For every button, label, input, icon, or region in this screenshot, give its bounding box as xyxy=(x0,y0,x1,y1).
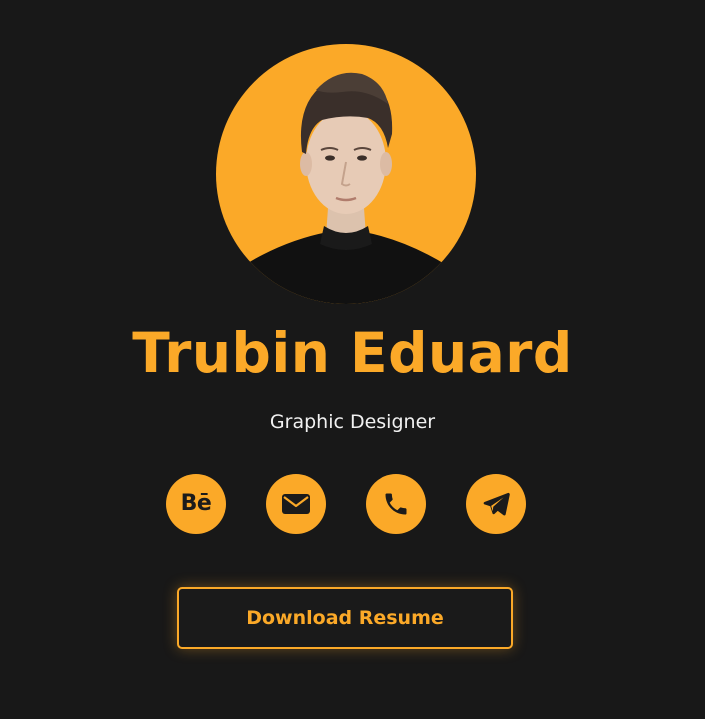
phone-icon xyxy=(385,493,407,515)
download-resume-button[interactable]: Download Resume xyxy=(177,587,513,649)
profile-photo xyxy=(226,72,466,304)
social-links: Bē xyxy=(166,474,526,534)
behance-icon: Bē xyxy=(180,491,212,516)
profile-role: Graphic Designer xyxy=(269,411,436,433)
behance-link[interactable]: Bē xyxy=(166,474,226,534)
profile-card: Trubin Eduard Graphic Designer Bē Downlo… xyxy=(0,0,705,719)
profile-name: Trubin Eduard xyxy=(132,321,573,385)
phone-link[interactable] xyxy=(366,474,426,534)
telegram-icon xyxy=(483,492,510,516)
avatar xyxy=(216,44,476,304)
email-link[interactable] xyxy=(266,474,326,534)
telegram-link[interactable] xyxy=(466,474,526,534)
envelope-icon xyxy=(282,494,310,514)
